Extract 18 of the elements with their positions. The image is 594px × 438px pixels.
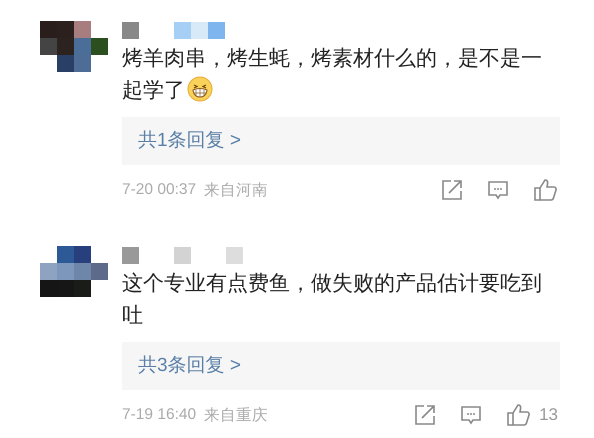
share-icon[interactable]	[440, 178, 464, 202]
share-icon[interactable]	[413, 403, 438, 427]
pixelated-avatar	[40, 21, 108, 72]
comment-text: 烤羊肉串，烤生蚝，烤素材什么的，是不是一起学了	[122, 46, 543, 104]
replies-link[interactable]: 共3条回复 >	[122, 342, 560, 390]
like-count: 13	[539, 405, 558, 425]
comment-time: 7-19 16:40	[122, 406, 196, 424]
comment-icon[interactable]	[486, 178, 510, 202]
comment-text: 这个专业有点费鱼，做失败的产品估计要吃到吐	[122, 271, 543, 329]
replies-link[interactable]: 共1条回复 >	[122, 117, 560, 165]
grinning-face-icon	[187, 76, 213, 102]
comment-icon[interactable]	[459, 403, 484, 427]
thumbs-up-icon[interactable]	[505, 402, 532, 428]
thumbs-up-icon[interactable]	[532, 177, 558, 203]
pixelated-avatar	[40, 246, 108, 297]
comment-location: 来自河南	[204, 180, 268, 200]
comment-location: 来自重庆	[204, 406, 268, 426]
comment-time: 7-20 00:37	[122, 181, 196, 199]
